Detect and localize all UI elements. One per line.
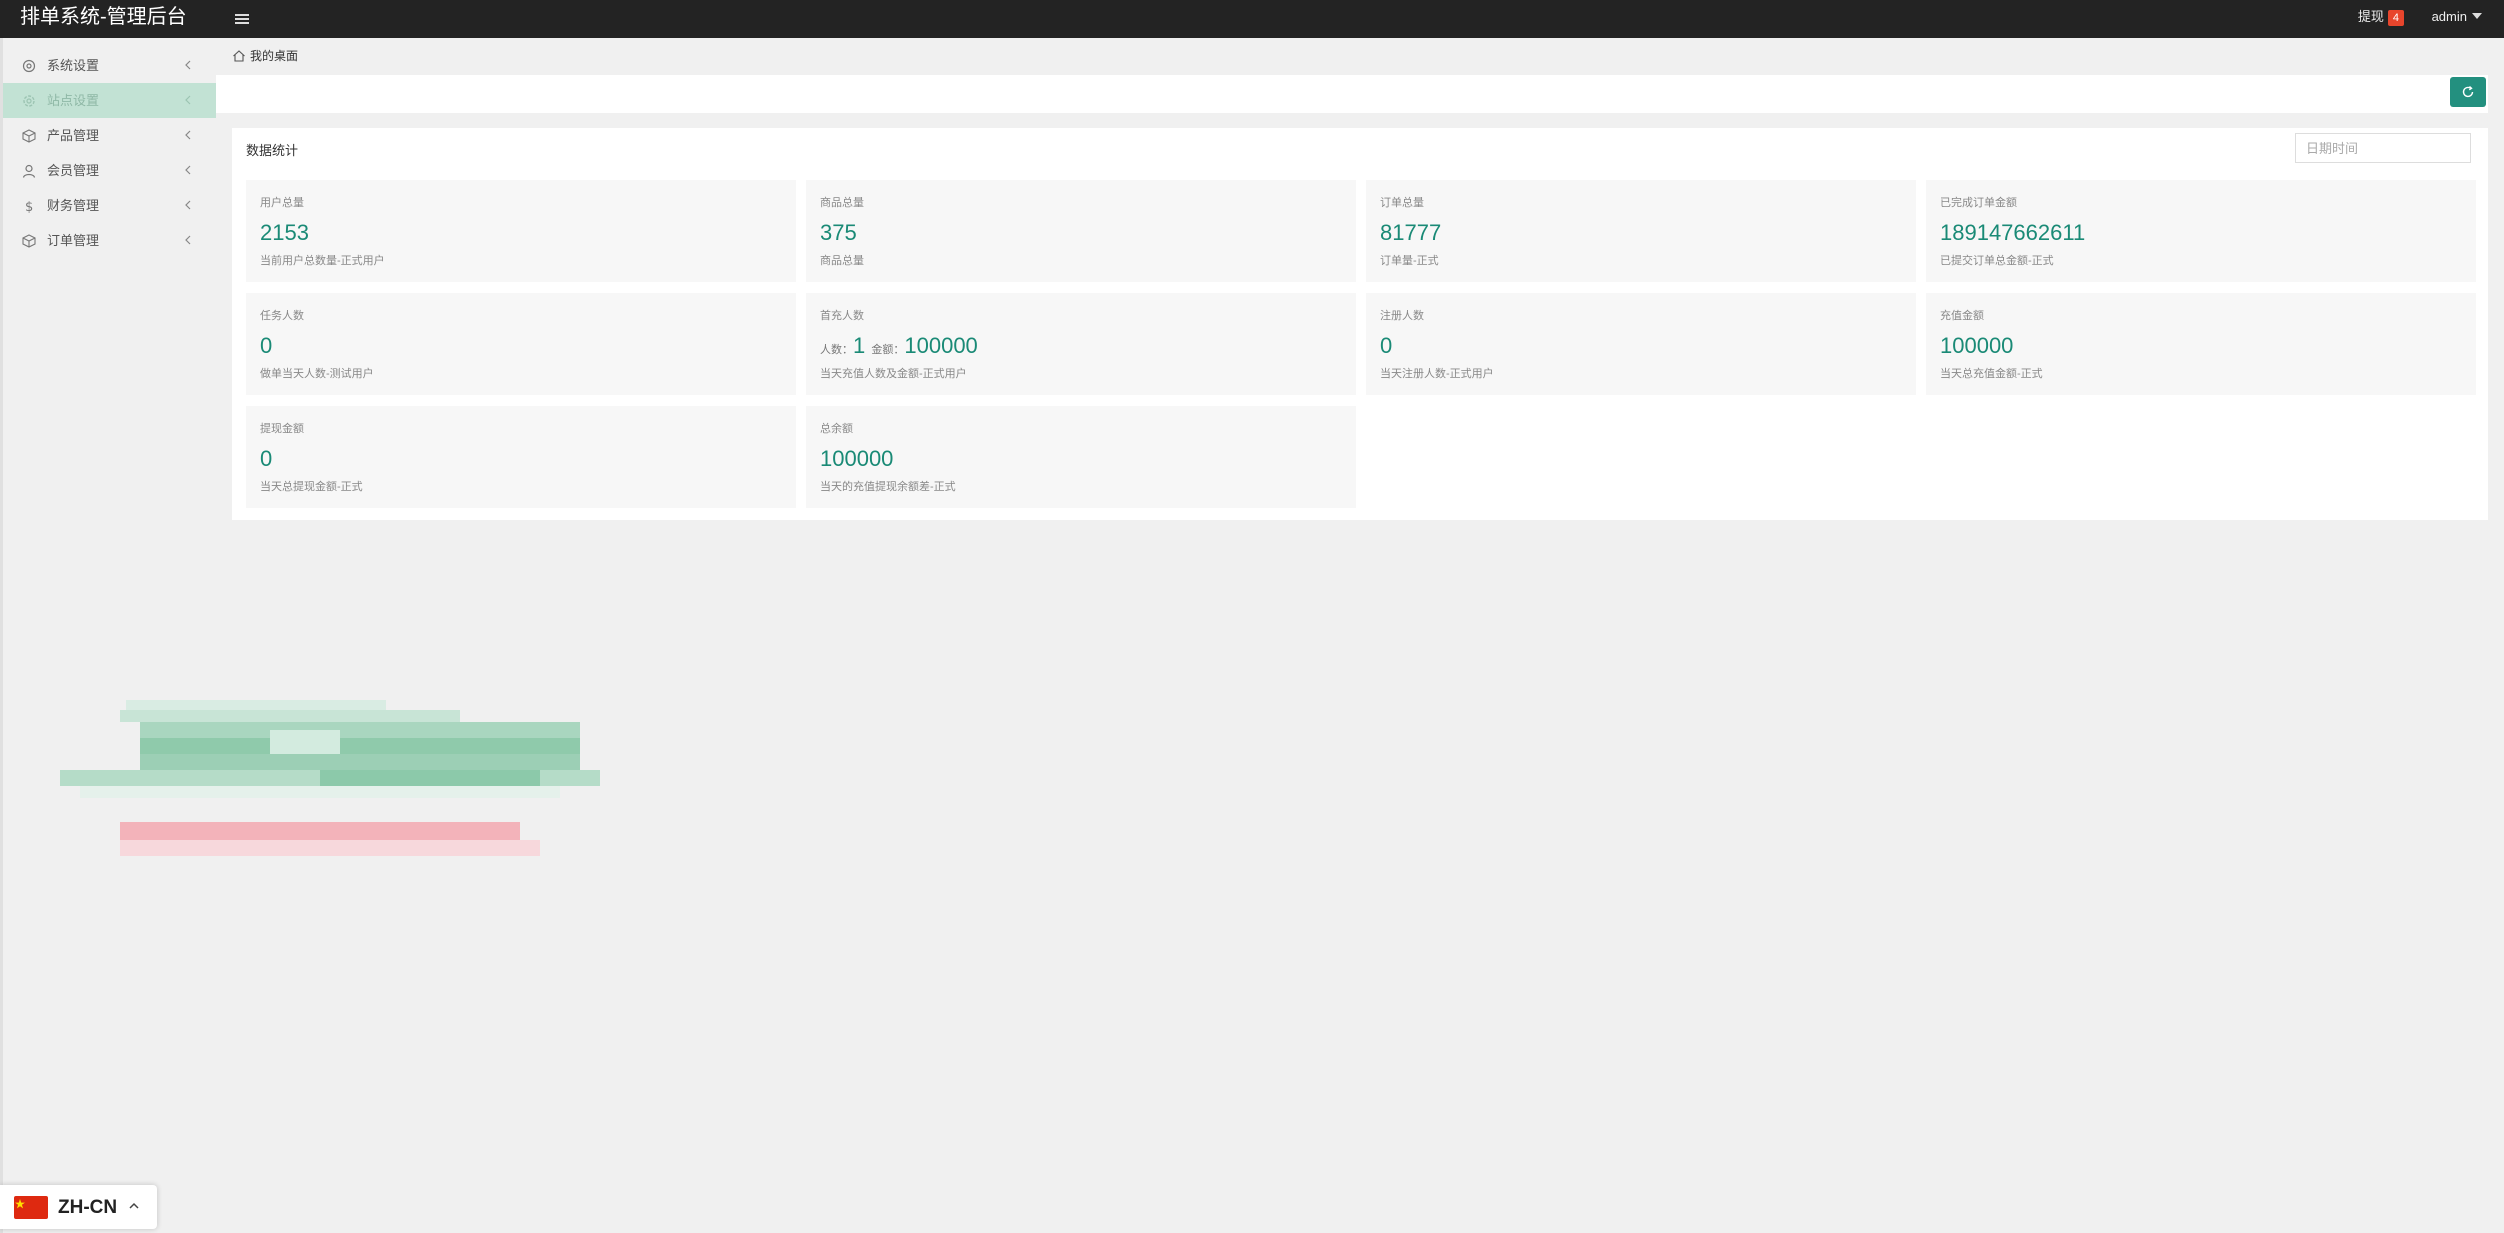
stat-card-total-balance: 总余额 100000 当天的充值提现余额差-正式 bbox=[806, 406, 1356, 508]
sidebar-item-product-management[interactable]: 产品管理 bbox=[3, 118, 216, 153]
sidebar-item-member-management[interactable]: 会员管理 bbox=[3, 153, 216, 188]
home-icon bbox=[233, 50, 245, 62]
card-label: 商品总量 bbox=[820, 197, 864, 209]
count-value: 1 bbox=[853, 333, 866, 358]
box-icon bbox=[22, 129, 36, 143]
panel-title: 数据统计 bbox=[246, 143, 299, 158]
stat-card-withdraw-amount: 提现金额 0 当天总提现金额-正式 bbox=[246, 406, 796, 508]
stat-card-total-users: 用户总量 2153 当前用户总数量-正式用户 bbox=[246, 180, 796, 282]
sidebar-item-label: 系统设置 bbox=[47, 58, 100, 73]
amount-value: 100000 bbox=[904, 333, 978, 358]
card-desc: 当天的充值提现余额差-正式 bbox=[820, 481, 956, 493]
breadcrumb-home: 我的桌面 bbox=[250, 49, 299, 63]
withdraw-label: 提现 bbox=[2357, 9, 2384, 24]
card-desc: 当天注册人数-正式用户 bbox=[1380, 368, 1494, 380]
svg-text:$: $ bbox=[25, 200, 33, 214]
count-label: 人数： bbox=[820, 344, 853, 356]
card-label: 订单总量 bbox=[1380, 197, 1424, 209]
sidebar-item-finance-management[interactable]: $ 财务管理 bbox=[3, 188, 216, 223]
breadcrumb[interactable]: 我的桌面 bbox=[232, 45, 298, 67]
sidebar-item-label: 站点设置 bbox=[47, 93, 100, 108]
chevron-left-icon bbox=[185, 130, 191, 140]
package-icon bbox=[22, 234, 36, 248]
pixelated-overlay bbox=[60, 700, 600, 860]
card-value-composite: 人数：1 金额：100000 bbox=[820, 333, 978, 359]
card-value: 375 bbox=[820, 220, 857, 245]
card-value: 189147662611 bbox=[1940, 220, 2086, 245]
card-label: 充值金额 bbox=[1940, 310, 1984, 322]
chevron-left-icon bbox=[185, 60, 191, 70]
card-desc: 做单当天人数-测试用户 bbox=[260, 368, 374, 380]
sidebar-item-label: 产品管理 bbox=[47, 128, 100, 143]
sidebar: 系统设置 站点设置 产品管理 会员管理 $ 财务管理 订单管理 bbox=[0, 38, 216, 1233]
sidebar-item-order-management[interactable]: 订单管理 bbox=[3, 223, 216, 258]
card-desc: 已提交订单总金额-正式 bbox=[1940, 255, 2054, 267]
card-value: 81777 bbox=[1380, 220, 1442, 245]
sidebar-item-system-settings[interactable]: 系统设置 bbox=[3, 48, 216, 83]
language-switcher[interactable]: ZH-CN bbox=[0, 1185, 157, 1229]
stat-card-recharge-amount: 充值金额 100000 当天总充值金额-正式 bbox=[1926, 293, 2476, 395]
gear-icon bbox=[22, 59, 36, 73]
top-bar: 排单系统-管理后台 提现 4 admin bbox=[0, 0, 2504, 38]
card-label: 任务人数 bbox=[260, 310, 304, 322]
card-label: 注册人数 bbox=[1380, 310, 1424, 322]
user-name: admin bbox=[2431, 9, 2467, 24]
card-value: 0 bbox=[1380, 333, 1393, 358]
amount-label: 金额： bbox=[871, 344, 905, 356]
app-title: 排单系统-管理后台 bbox=[20, 6, 187, 28]
card-desc: 当天总充值金额-正式 bbox=[1940, 368, 2043, 380]
stat-card-total-products: 商品总量 375 商品总量 bbox=[806, 180, 1356, 282]
chevron-left-icon bbox=[185, 235, 191, 245]
card-desc: 当前用户总数量-正式用户 bbox=[260, 255, 385, 267]
china-flag-icon bbox=[14, 1196, 48, 1219]
stats-panel: 数据统计 用户总量 2153 当前用户总数量-正式用户 商品总量 375 商品总… bbox=[232, 128, 2488, 520]
cog-icon bbox=[23, 95, 35, 107]
card-desc: 当天充值人数及金额-正式用户 bbox=[820, 368, 967, 380]
toolbar bbox=[216, 75, 2488, 113]
sidebar-item-site-settings[interactable]: 站点设置 bbox=[3, 83, 216, 118]
card-value: 0 bbox=[260, 333, 273, 358]
menu-toggle-icon[interactable] bbox=[232, 9, 254, 29]
stat-card-total-orders: 订单总量 81777 订单量-正式 bbox=[1366, 180, 1916, 282]
user-icon bbox=[22, 164, 36, 178]
sidebar-item-label: 会员管理 bbox=[47, 163, 100, 178]
card-label: 提现金额 bbox=[260, 423, 304, 435]
caret-down-icon bbox=[2472, 13, 2482, 19]
card-value: 2153 bbox=[260, 220, 309, 245]
card-label: 首充人数 bbox=[820, 310, 864, 322]
chevron-left-icon bbox=[185, 165, 191, 175]
user-menu[interactable]: admin bbox=[2432, 0, 2482, 38]
dollar-icon: $ bbox=[25, 200, 33, 214]
card-label: 用户总量 bbox=[260, 197, 304, 209]
chevron-left-icon bbox=[185, 95, 191, 105]
refresh-button[interactable] bbox=[2450, 77, 2486, 107]
date-time-input[interactable] bbox=[2295, 133, 2471, 163]
chevron-up-icon bbox=[129, 1202, 139, 1209]
withdraw-link[interactable]: 提现 4 bbox=[2358, 0, 2404, 38]
sidebar-item-label: 财务管理 bbox=[47, 198, 100, 213]
stat-card-completed-order-amount: 已完成订单金额 189147662611 已提交订单总金额-正式 bbox=[1926, 180, 2476, 282]
card-desc: 商品总量 bbox=[820, 255, 864, 267]
card-desc: 订单量-正式 bbox=[1380, 255, 1439, 267]
card-value: 100000 bbox=[820, 446, 894, 471]
refresh-icon bbox=[2462, 85, 2474, 98]
sidebar-item-label: 订单管理 bbox=[47, 233, 100, 248]
stat-card-first-recharge: 首充人数 人数：1 金额：100000 当天充值人数及金额-正式用户 bbox=[806, 293, 1356, 395]
card-label: 总余额 bbox=[820, 423, 853, 435]
stat-card-registrations: 注册人数 0 当天注册人数-正式用户 bbox=[1366, 293, 1916, 395]
language-label: ZH-CN bbox=[58, 1197, 118, 1218]
card-value: 100000 bbox=[1940, 333, 2014, 358]
stat-card-task-users: 任务人数 0 做单当天人数-测试用户 bbox=[246, 293, 796, 395]
chevron-left-icon bbox=[185, 200, 191, 210]
card-desc: 当天总提现金额-正式 bbox=[260, 481, 363, 493]
card-label: 已完成订单金额 bbox=[1940, 197, 2017, 209]
withdraw-count-badge: 4 bbox=[2387, 9, 2404, 26]
card-value: 0 bbox=[260, 446, 273, 471]
